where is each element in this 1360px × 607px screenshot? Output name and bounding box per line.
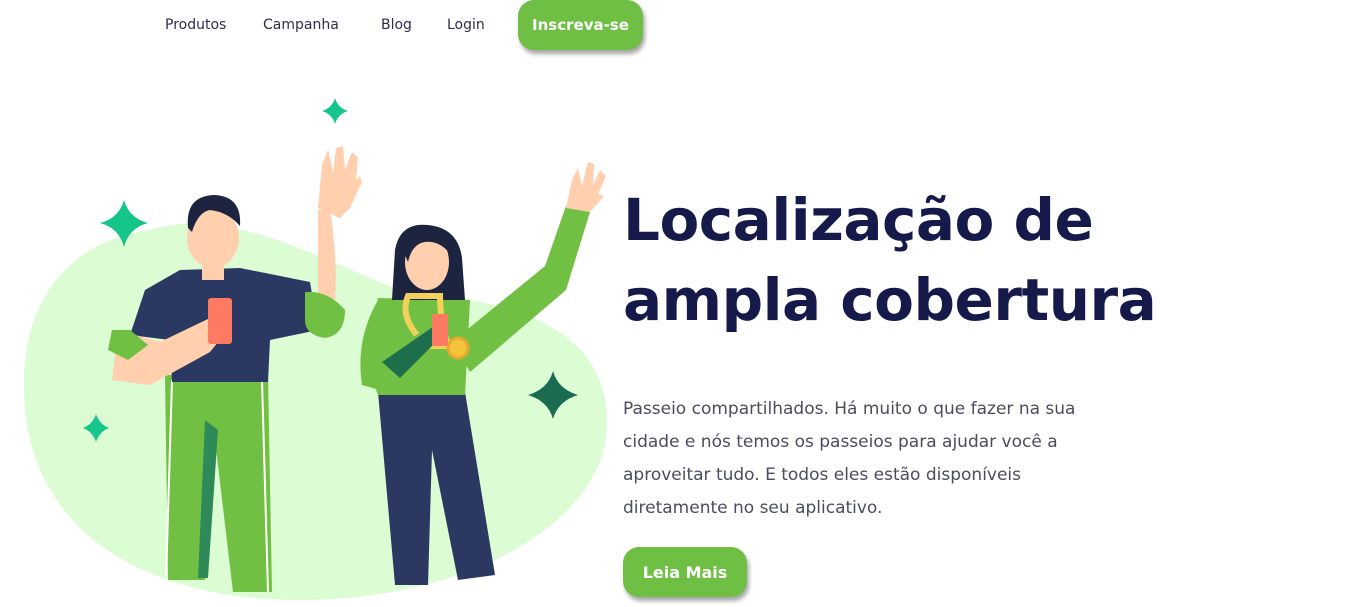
- hero-illustration: [23, 98, 608, 601]
- page-title-line-1: Localização de: [623, 186, 1094, 254]
- nav-link-produtos[interactable]: Produtos: [165, 17, 226, 33]
- page-title-line-2: ampla cobertura: [623, 266, 1157, 334]
- top-nav: Produtos Campanha Blog Login Inscreva-se: [0, 0, 1360, 52]
- read-more-button[interactable]: Leia Mais: [623, 547, 747, 597]
- nav-link-campanha[interactable]: Campanha: [263, 17, 339, 33]
- page-title: Localização de ampla cobertura: [623, 180, 1323, 340]
- background-blob: [23, 223, 608, 601]
- nav-link-blog[interactable]: Blog: [381, 17, 412, 33]
- nav-link-login[interactable]: Login: [447, 17, 485, 33]
- sparkle-icon: [322, 98, 348, 124]
- hero-description: Passeio compartilhados. Há muito o que f…: [623, 399, 1076, 518]
- signup-button[interactable]: Inscreva-se: [518, 0, 643, 50]
- landing-page: Produtos Campanha Blog Login Inscreva-se: [0, 0, 1360, 607]
